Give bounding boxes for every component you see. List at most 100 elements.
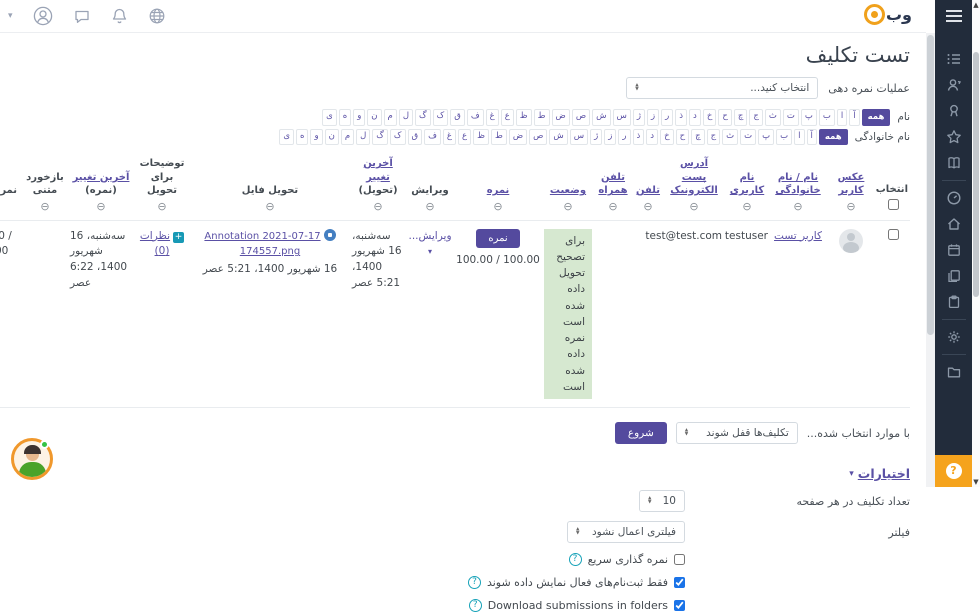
- bulk-action-select[interactable]: تکلیف‌ها قفل شوند ▲▼: [676, 422, 798, 444]
- last-name-filter-letter[interactable]: ز: [604, 129, 616, 146]
- hide-column-icon[interactable]: ⊖: [596, 200, 630, 215]
- comments-link[interactable]: نظرات: [140, 230, 170, 242]
- dashboard-gauge-icon[interactable]: [935, 185, 972, 211]
- first-name-filter-letter[interactable]: ا: [837, 109, 847, 126]
- last-name-filter-letter[interactable]: د: [646, 129, 658, 146]
- last-name-filter-letter[interactable]: ف: [424, 129, 441, 146]
- last-name-filter-letter[interactable]: ش: [549, 129, 567, 146]
- first-name-filter-letter[interactable]: ی: [322, 109, 337, 126]
- column-sort-label[interactable]: وضعیت: [550, 185, 586, 196]
- first-name-filter-letter[interactable]: ث: [765, 109, 781, 126]
- scroll-down-arrow-icon[interactable]: ▼: [972, 478, 980, 486]
- last-name-filter-letter[interactable]: ت: [740, 129, 756, 146]
- files-folder-icon[interactable]: [935, 359, 972, 385]
- last-name-filter-all[interactable]: همه: [819, 129, 848, 146]
- first-name-filter-letter[interactable]: ض: [552, 109, 570, 126]
- column-sort-label[interactable]: آدرس پست الکترونیک: [670, 158, 718, 196]
- hide-column-icon[interactable]: ⊖: [352, 200, 404, 215]
- last-name-filter-letter[interactable]: ل: [356, 129, 370, 146]
- hide-column-icon[interactable]: ⊖: [24, 200, 66, 215]
- last-name-filter-letter[interactable]: ح: [676, 129, 690, 146]
- hide-column-icon[interactable]: ⊖: [0, 200, 20, 215]
- edit-menu-link[interactable]: ویرایش... ▾: [408, 230, 451, 258]
- last-name-filter-letter[interactable]: ا: [794, 129, 804, 146]
- last-name-filter-letter[interactable]: ض: [509, 129, 527, 146]
- home-icon[interactable]: [935, 211, 972, 237]
- last-name-filter-letter[interactable]: ه: [296, 129, 308, 146]
- caret-down-icon[interactable]: ▾: [8, 11, 13, 21]
- first-name-filter-letter[interactable]: غ: [486, 109, 499, 126]
- last-name-filter-letter[interactable]: ج: [707, 129, 721, 146]
- last-name-filter-letter[interactable]: ک: [390, 129, 406, 146]
- last-name-filter-letter[interactable]: ذ: [633, 129, 645, 146]
- quick-grading-checkbox[interactable]: [674, 554, 685, 565]
- help-icon[interactable]: ?: [468, 576, 481, 589]
- hide-column-icon[interactable]: ⊖: [544, 200, 592, 215]
- site-logo[interactable]: وب: [864, 4, 912, 25]
- first-name-filter-letter[interactable]: ر: [661, 109, 673, 126]
- first-name-filter-letter[interactable]: ژ: [633, 109, 645, 126]
- hide-column-icon[interactable]: ⊖: [456, 200, 540, 215]
- hide-column-icon[interactable]: ⊖: [136, 200, 188, 215]
- hide-column-icon[interactable]: ⊖: [634, 200, 662, 215]
- scroll-up-arrow-icon[interactable]: ▲: [972, 1, 980, 9]
- hide-column-icon[interactable]: ⊖: [666, 200, 722, 215]
- last-name-filter-letter[interactable]: ع: [458, 129, 471, 146]
- last-name-filter-letter[interactable]: گ: [372, 129, 388, 146]
- submission-file-link[interactable]: Annotation 2021-07-17 174557.png: [204, 231, 320, 258]
- column-sort-label[interactable]: آخرین تغییر: [73, 172, 130, 183]
- help-icon[interactable]: ?: [569, 553, 582, 566]
- first-name-filter-letter[interactable]: ق: [450, 109, 465, 126]
- first-name-filter-letter[interactable]: ه: [339, 109, 351, 126]
- first-name-filter-letter[interactable]: ح: [718, 109, 732, 126]
- content-scrollbar[interactable]: [926, 33, 935, 487]
- column-sort-label[interactable]: نام کاربری: [730, 172, 764, 197]
- column-sort-label[interactable]: آخرین تغییر: [363, 158, 393, 183]
- first-name-filter-letter[interactable]: پ: [801, 109, 817, 126]
- participants-icon[interactable]: [935, 72, 972, 98]
- last-name-filter-letter[interactable]: ژ: [590, 129, 602, 146]
- first-name-filter-letter[interactable]: ف: [467, 109, 484, 126]
- first-name-filter-all[interactable]: همه: [862, 109, 891, 126]
- first-name-filter-letter[interactable]: چ: [734, 109, 748, 126]
- first-name-filter-letter[interactable]: س: [613, 109, 631, 126]
- first-name-filter-letter[interactable]: گ: [415, 109, 431, 126]
- user-avatar[interactable]: [839, 229, 863, 253]
- badges-medal-icon[interactable]: [935, 98, 972, 124]
- select-all-checkbox[interactable]: [888, 199, 899, 210]
- column-sort-label[interactable]: عکس کاربر: [838, 172, 865, 197]
- hide-column-icon[interactable]: ⊖: [70, 200, 132, 215]
- column-sort-label[interactable]: نام / نام خانوادگی: [775, 172, 820, 197]
- last-name-filter-letter[interactable]: ث: [722, 129, 738, 146]
- last-name-filter-letter[interactable]: ی: [279, 129, 294, 146]
- page-scrollbar-thumb[interactable]: [973, 52, 979, 297]
- help-button[interactable]: ?: [935, 455, 972, 487]
- go-button[interactable]: شروع: [615, 422, 667, 444]
- first-name-filter-letter[interactable]: ز: [647, 109, 659, 126]
- comments-count[interactable]: (0): [155, 245, 170, 257]
- grading-action-select[interactable]: انتخاب کنید... ▲▼: [626, 77, 818, 99]
- row-select-checkbox[interactable]: [888, 229, 899, 240]
- grades-book-icon[interactable]: [935, 150, 972, 176]
- first-name-filter-letter[interactable]: و: [353, 109, 365, 126]
- last-name-filter-letter[interactable]: پ: [758, 129, 774, 146]
- filter-select[interactable]: فیلتری اعمال نشود ▲▼: [567, 521, 685, 543]
- hamburger-menu-icon[interactable]: [945, 9, 963, 26]
- options-toggle-link[interactable]: اختیارات: [858, 466, 910, 481]
- language-globe-icon[interactable]: [148, 7, 166, 25]
- first-name-filter-letter[interactable]: ب: [819, 109, 835, 126]
- first-name-filter-letter[interactable]: ش: [592, 109, 610, 126]
- first-name-filter-letter[interactable]: م: [384, 109, 397, 126]
- hide-column-icon[interactable]: ⊖: [408, 200, 452, 215]
- column-sort-label[interactable]: تلفن همراه: [598, 172, 627, 197]
- settings-gear-icon[interactable]: [935, 324, 972, 350]
- first-name-filter-letter[interactable]: ص: [572, 109, 590, 126]
- first-name-filter-letter[interactable]: ت: [783, 109, 799, 126]
- per-page-select[interactable]: 10 ▲▼: [639, 490, 685, 512]
- last-name-filter-letter[interactable]: و: [310, 129, 322, 146]
- first-name-filter-letter[interactable]: ط: [534, 109, 550, 126]
- user-fullname-link[interactable]: کاربر تست: [774, 230, 822, 242]
- notifications-bell-icon[interactable]: [111, 7, 128, 25]
- help-icon[interactable]: ?: [469, 599, 482, 612]
- last-name-filter-letter[interactable]: خ: [660, 129, 674, 146]
